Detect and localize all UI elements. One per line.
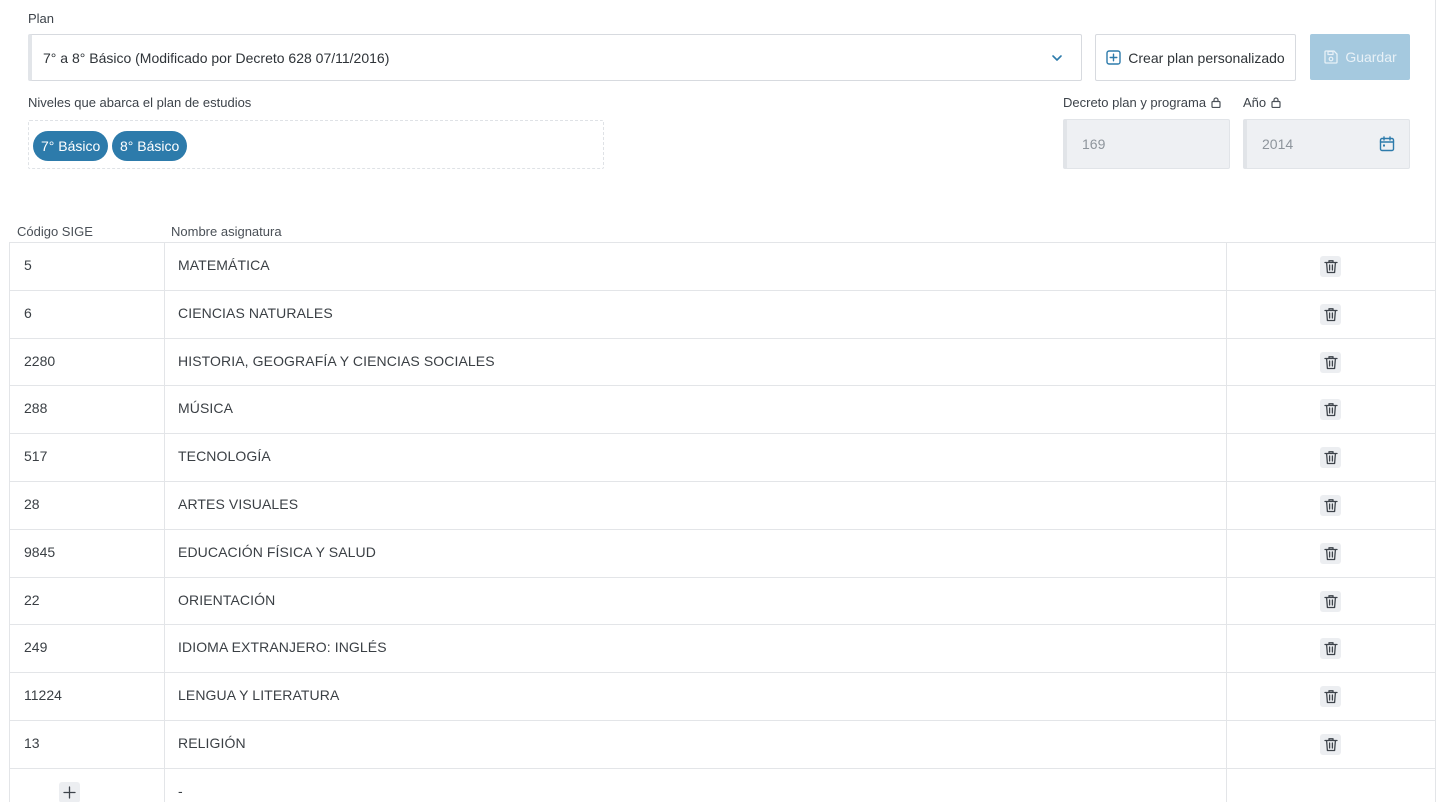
year-label-text: Año	[1243, 95, 1267, 110]
row-code: 9845	[24, 543, 56, 560]
new-row: -	[9, 767, 1435, 802]
row-name: ARTES VISUALES	[178, 495, 299, 512]
delete-row-button[interactable]	[1320, 686, 1341, 708]
plan-label: Plan	[28, 11, 55, 26]
save-button[interactable]: Guardar	[1310, 34, 1410, 80]
plan-select-value: 7° a 8° Básico (Modificado por Decreto 6…	[43, 49, 390, 66]
column-header-name: Nombre asignatura	[171, 224, 282, 239]
delete-row-button[interactable]	[1320, 590, 1341, 612]
levels-tags-box[interactable]: 7° Básico 8° Básico	[28, 120, 604, 169]
row-code: 28	[24, 495, 40, 512]
table-row: 288 MÚSICA	[9, 385, 1435, 434]
table-row: 6 CIENCIAS NATURALES	[9, 289, 1435, 338]
table-row: 13 RELIGIÓN	[9, 719, 1435, 768]
row-name: HISTORIA, GEOGRAFÍA Y CIENCIAS SOCIALES	[178, 352, 495, 369]
year-input: 2014	[1243, 119, 1410, 169]
delete-row-button[interactable]	[1320, 638, 1341, 660]
row-name: MÚSICA	[178, 400, 234, 417]
table-row: 2280 HISTORIA, GEOGRAFÍA Y CIENCIAS SOCI…	[9, 337, 1435, 386]
add-row-button[interactable]	[59, 781, 80, 802]
table-row: 22 ORIENTACIÓN	[9, 576, 1435, 625]
decree-label-text: Decreto plan y programa	[1063, 95, 1207, 110]
row-code: 22	[24, 591, 40, 608]
trash-icon	[1323, 594, 1338, 608]
trash-icon	[1323, 403, 1338, 417]
row-name: ORIENTACIÓN	[178, 591, 276, 608]
trash-icon	[1323, 355, 1338, 369]
new-row-name[interactable]: -	[178, 783, 183, 799]
delete-row-button[interactable]	[1320, 256, 1341, 277]
year-value: 2014	[1262, 136, 1294, 152]
decree-input: 169	[1063, 119, 1230, 169]
row-code: 11224	[24, 687, 62, 704]
row-name: TECNOLOGÍA	[178, 448, 271, 465]
plan-select[interactable]: 7° a 8° Básico (Modificado por Decreto 6…	[28, 34, 1082, 81]
decree-label: Decreto plan y programa	[1063, 95, 1221, 110]
table-row: 249 IDIOMA EXTRANJERO: INGLÉS	[9, 624, 1435, 673]
row-code: 13	[24, 734, 40, 751]
row-name: LENGUA Y LITERATURA	[178, 687, 340, 704]
level-tag-7[interactable]: 7° Básico	[33, 131, 109, 161]
floppy-disk-icon	[1324, 50, 1338, 64]
year-label: Año	[1243, 95, 1281, 110]
row-code: 288	[24, 400, 48, 417]
decree-value: 169	[1082, 136, 1106, 152]
row-name: IDIOMA EXTRANJERO: INGLÉS	[178, 639, 387, 656]
save-button-label: Guardar	[1345, 49, 1397, 65]
create-custom-plan-button[interactable]: Crear plan personalizado	[1095, 34, 1296, 81]
plus-icon	[63, 786, 76, 799]
table-row: 28 ARTES VISUALES	[9, 480, 1435, 529]
delete-row-button[interactable]	[1320, 447, 1341, 469]
delete-row-button[interactable]	[1320, 542, 1341, 564]
delete-row-button[interactable]	[1320, 733, 1341, 755]
levels-label: Niveles que abarca el plan de estudios	[28, 95, 252, 110]
trash-icon	[1323, 499, 1338, 513]
trash-icon	[1323, 546, 1338, 560]
delete-row-button[interactable]	[1320, 399, 1341, 421]
row-code: 5	[24, 257, 32, 273]
column-header-code: Código SIGE	[17, 224, 93, 239]
delete-row-button[interactable]	[1320, 494, 1341, 516]
page-right-border	[1435, 0, 1436, 802]
trash-icon	[1323, 690, 1338, 704]
chevron-down-icon	[1052, 55, 1062, 61]
table-row: 9845 EDUCACIÓN FÍSICA Y SALUD	[9, 528, 1435, 577]
row-code: 517	[24, 448, 48, 465]
trash-icon	[1323, 260, 1338, 274]
create-custom-plan-label: Crear plan personalizado	[1128, 49, 1285, 66]
row-name: EDUCACIÓN FÍSICA Y SALUD	[178, 543, 376, 560]
row-name: MATEMÁTICA	[178, 257, 270, 273]
row-name: CIENCIAS NATURALES	[178, 304, 333, 321]
subjects-table: 5 MATEMÁTICA 6 CIENCIAS NATURALES 2280 H…	[9, 242, 1435, 802]
row-code: 6	[24, 304, 32, 321]
delete-row-button[interactable]	[1320, 351, 1341, 373]
lock-icon	[1211, 97, 1221, 108]
level-tag-8[interactable]: 8° Básico	[112, 131, 188, 161]
trash-icon	[1323, 738, 1338, 752]
plus-square-icon	[1106, 50, 1121, 65]
trash-icon	[1323, 642, 1338, 656]
delete-row-button[interactable]	[1320, 303, 1341, 325]
row-name: RELIGIÓN	[178, 734, 246, 751]
lock-icon	[1271, 97, 1281, 108]
table-row: 11224 LENGUA Y LITERATURA	[9, 672, 1435, 720]
row-code: 249	[24, 639, 48, 656]
trash-icon	[1323, 307, 1338, 321]
table-row: 517 TECNOLOGÍA	[9, 433, 1435, 481]
row-code: 2280	[24, 352, 56, 369]
calendar-icon[interactable]	[1379, 136, 1395, 152]
trash-icon	[1323, 451, 1338, 465]
table-row: 5 MATEMÁTICA	[9, 242, 1435, 290]
